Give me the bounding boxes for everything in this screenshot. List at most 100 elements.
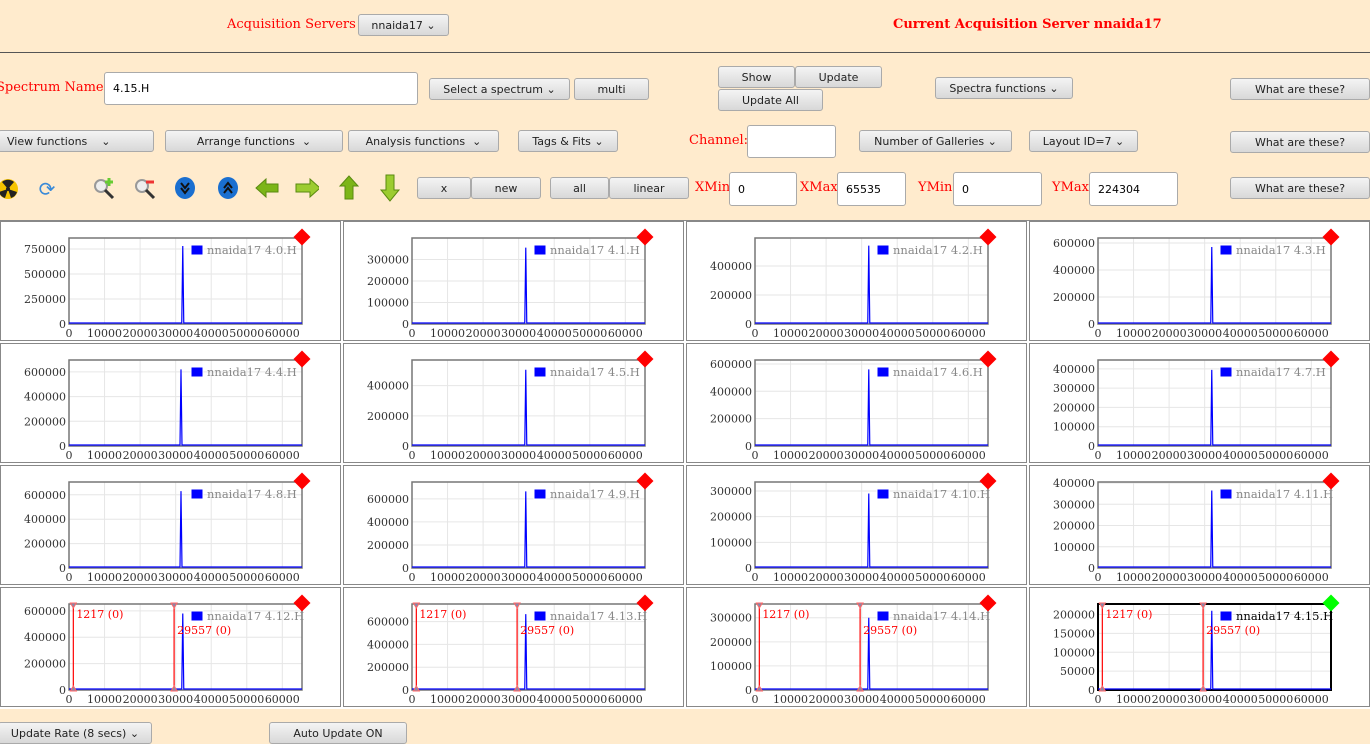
y-tick-label: 600000 (367, 616, 409, 629)
x-tick-label: 60000 (608, 693, 643, 706)
spectrum-line (69, 245, 302, 324)
legend-label: nnaida17 4.10.H (893, 487, 990, 501)
spectrum-plot[interactable]: 0 10000 20000 30000 40000 50000 60000 0 200000 40… (0, 343, 341, 463)
linear-button[interactable]: linear (609, 177, 689, 199)
xmin-label: XMin (695, 180, 731, 195)
spectrum-plot[interactable]: 0 10000 20000 30000 40000 50000 60000 0 200000 40… (0, 587, 341, 707)
x-tick-label: 20000 (466, 693, 501, 706)
xmax-input[interactable]: 65535 (837, 172, 906, 206)
spectrum-plot[interactable]: 0 10000 20000 30000 40000 50000 60000 0 200000 40… (686, 221, 1027, 341)
x-tick-label: 0 (1095, 449, 1102, 462)
all-button[interactable]: all (550, 177, 609, 199)
update-all-button[interactable]: Update All (718, 89, 823, 111)
galleries-dropdown[interactable]: Number of Galleries ⌄ (859, 130, 1012, 152)
channel-input[interactable] (747, 125, 836, 158)
y-tick-label: 400000 (710, 260, 752, 273)
label: Select a spectrum (443, 82, 543, 96)
x-tick-label: 40000 (1223, 449, 1258, 462)
legend-label: nnaida17 4.3.H (1236, 243, 1326, 257)
y-tick-label: 400000 (24, 391, 66, 404)
update-rate-dropdown[interactable]: Update Rate (8 secs) ⌄ (0, 722, 152, 744)
spectrum-line (412, 369, 645, 446)
spectrum-plot[interactable]: 0 10000 20000 30000 40000 50000 60000 0 100000 20… (1029, 465, 1370, 585)
zoom-out-icon[interactable] (133, 176, 157, 200)
x-tick-label: 60000 (608, 571, 643, 584)
spectrum-plot[interactable]: 0 10000 20000 30000 40000 50000 60000 0 100000 20… (1029, 343, 1370, 463)
y-tick-label: 200000 (1053, 291, 1095, 304)
legend-label: nnaida17 4.11.H (1236, 487, 1333, 501)
y-tick-label: 100000 (1053, 421, 1095, 434)
multi-button[interactable]: multi (574, 78, 649, 100)
y-tick-label: 150000 (1053, 627, 1095, 640)
x-tick-label: 50000 (572, 571, 607, 584)
expand-up-icon[interactable] (216, 176, 240, 200)
spectrum-plot[interactable]: 0 10000 20000 30000 40000 50000 60000 0 100000 20… (686, 587, 1027, 707)
expand-down-icon[interactable] (173, 176, 197, 200)
server-select[interactable]: nnaida17 ⌄ (358, 14, 449, 36)
analysis-functions-dropdown[interactable]: Analysis functions ⌄ (348, 130, 499, 152)
select-spectrum-dropdown[interactable]: Select a spectrum ⌄ (429, 78, 570, 100)
y-tick-label: 400000 (710, 385, 752, 398)
radiation-icon[interactable] (0, 177, 20, 201)
x-tick-label: 10000 (430, 327, 465, 340)
label: View functions (7, 134, 88, 148)
x-button[interactable]: x (417, 177, 471, 199)
arrange-functions-dropdown[interactable]: Arrange functions ⌄ (165, 130, 343, 152)
x-tick-label: 60000 (1294, 693, 1329, 706)
x-tick-label: 10000 (87, 571, 122, 584)
spectrum-plot[interactable]: 0 10000 20000 30000 40000 50000 60000 0 250000 50… (0, 221, 341, 341)
spectrum-plot[interactable]: 0 10000 20000 30000 40000 50000 60000 0 100000 20… (686, 465, 1027, 585)
xmin-input[interactable]: 0 (729, 172, 797, 206)
refresh-icon[interactable]: ⟳ (35, 177, 59, 201)
spectrum-line (755, 245, 988, 324)
zoom-in-icon[interactable] (92, 176, 116, 200)
x-tick-label: 60000 (608, 449, 643, 462)
update-button[interactable]: Update (795, 66, 882, 88)
arrow-right-icon[interactable] (295, 176, 319, 200)
view-functions-dropdown[interactable]: View functions ⌄ (0, 130, 154, 152)
x-tick-label: 60000 (951, 571, 986, 584)
auto-update-button[interactable]: Auto Update ON (269, 722, 407, 744)
legend-swatch (876, 366, 890, 378)
x-tick-label: 0 (1095, 693, 1102, 706)
x-tick-label: 20000 (1152, 693, 1187, 706)
arrow-up-icon[interactable] (337, 175, 361, 200)
y-tick-label: 200000 (710, 289, 752, 302)
spectra-functions-dropdown[interactable]: Spectra functions ⌄ (935, 77, 1073, 99)
new-button[interactable]: new (471, 177, 541, 199)
arrow-down-icon[interactable] (378, 174, 402, 202)
y-tick-label: 200000 (710, 413, 752, 426)
show-button[interactable]: Show (718, 66, 795, 88)
spectrum-plot[interactable]: 0 10000 20000 30000 40000 50000 60000 0 200000 40… (1029, 221, 1370, 341)
x-tick-label: 30000 (158, 571, 193, 584)
spectrum-plot[interactable]: 0 10000 20000 30000 40000 50000 60000 0 100000 20… (343, 221, 684, 341)
x-tick-label: 20000 (1152, 327, 1187, 340)
current-server: Current Acquisition Server nnaida17 (893, 17, 1162, 32)
y-tick-label: 300000 (710, 612, 752, 625)
spectrum-plot[interactable]: 0 10000 20000 30000 40000 50000 60000 0 200000 40… (0, 465, 341, 585)
spectrum-plot[interactable]: 0 10000 20000 30000 40000 50000 60000 0 200000 40… (343, 343, 684, 463)
x-tick-label: 0 (409, 327, 416, 340)
arrow-left-icon[interactable] (255, 176, 279, 200)
x-tick-label: 40000 (194, 571, 229, 584)
x-tick-label: 40000 (1223, 693, 1258, 706)
y-tick-label: 600000 (367, 493, 409, 506)
spectrum-plot[interactable]: 0 10000 20000 30000 40000 50000 60000 0 200000 40… (686, 343, 1027, 463)
y-tick-label: 200000 (367, 275, 409, 288)
x-tick-label: 20000 (809, 693, 844, 706)
spectrum-plot[interactable]: 0 10000 20000 30000 40000 50000 60000 0 200000 40… (343, 587, 684, 707)
y-tick-label: 0 (745, 684, 752, 697)
legend-label: nnaida17 4.9.H (550, 487, 640, 501)
spectrum-name-input[interactable]: 4.15.H (104, 72, 418, 105)
y-tick-label: 200000 (367, 539, 409, 552)
ymin-input[interactable]: 0 (953, 172, 1042, 206)
spectrum-plot[interactable]: 0 10000 20000 30000 40000 50000 60000 0 200000 40… (343, 465, 684, 585)
layout-dropdown[interactable]: Layout ID=7 ⌄ (1029, 130, 1138, 152)
help-button-1[interactable]: What are these? (1230, 78, 1370, 100)
x-tick-label: 30000 (1187, 449, 1222, 462)
spectrum-plot[interactable]: 0 10000 20000 30000 40000 50000 60000 0 50000 100… (1029, 587, 1370, 707)
ymax-input[interactable]: 224304 (1089, 172, 1178, 206)
help-button-2[interactable]: What are these? (1230, 131, 1370, 153)
help-button-3[interactable]: What are these? (1230, 177, 1370, 199)
tags-fits-dropdown[interactable]: Tags & Fits ⌄ (518, 130, 618, 152)
